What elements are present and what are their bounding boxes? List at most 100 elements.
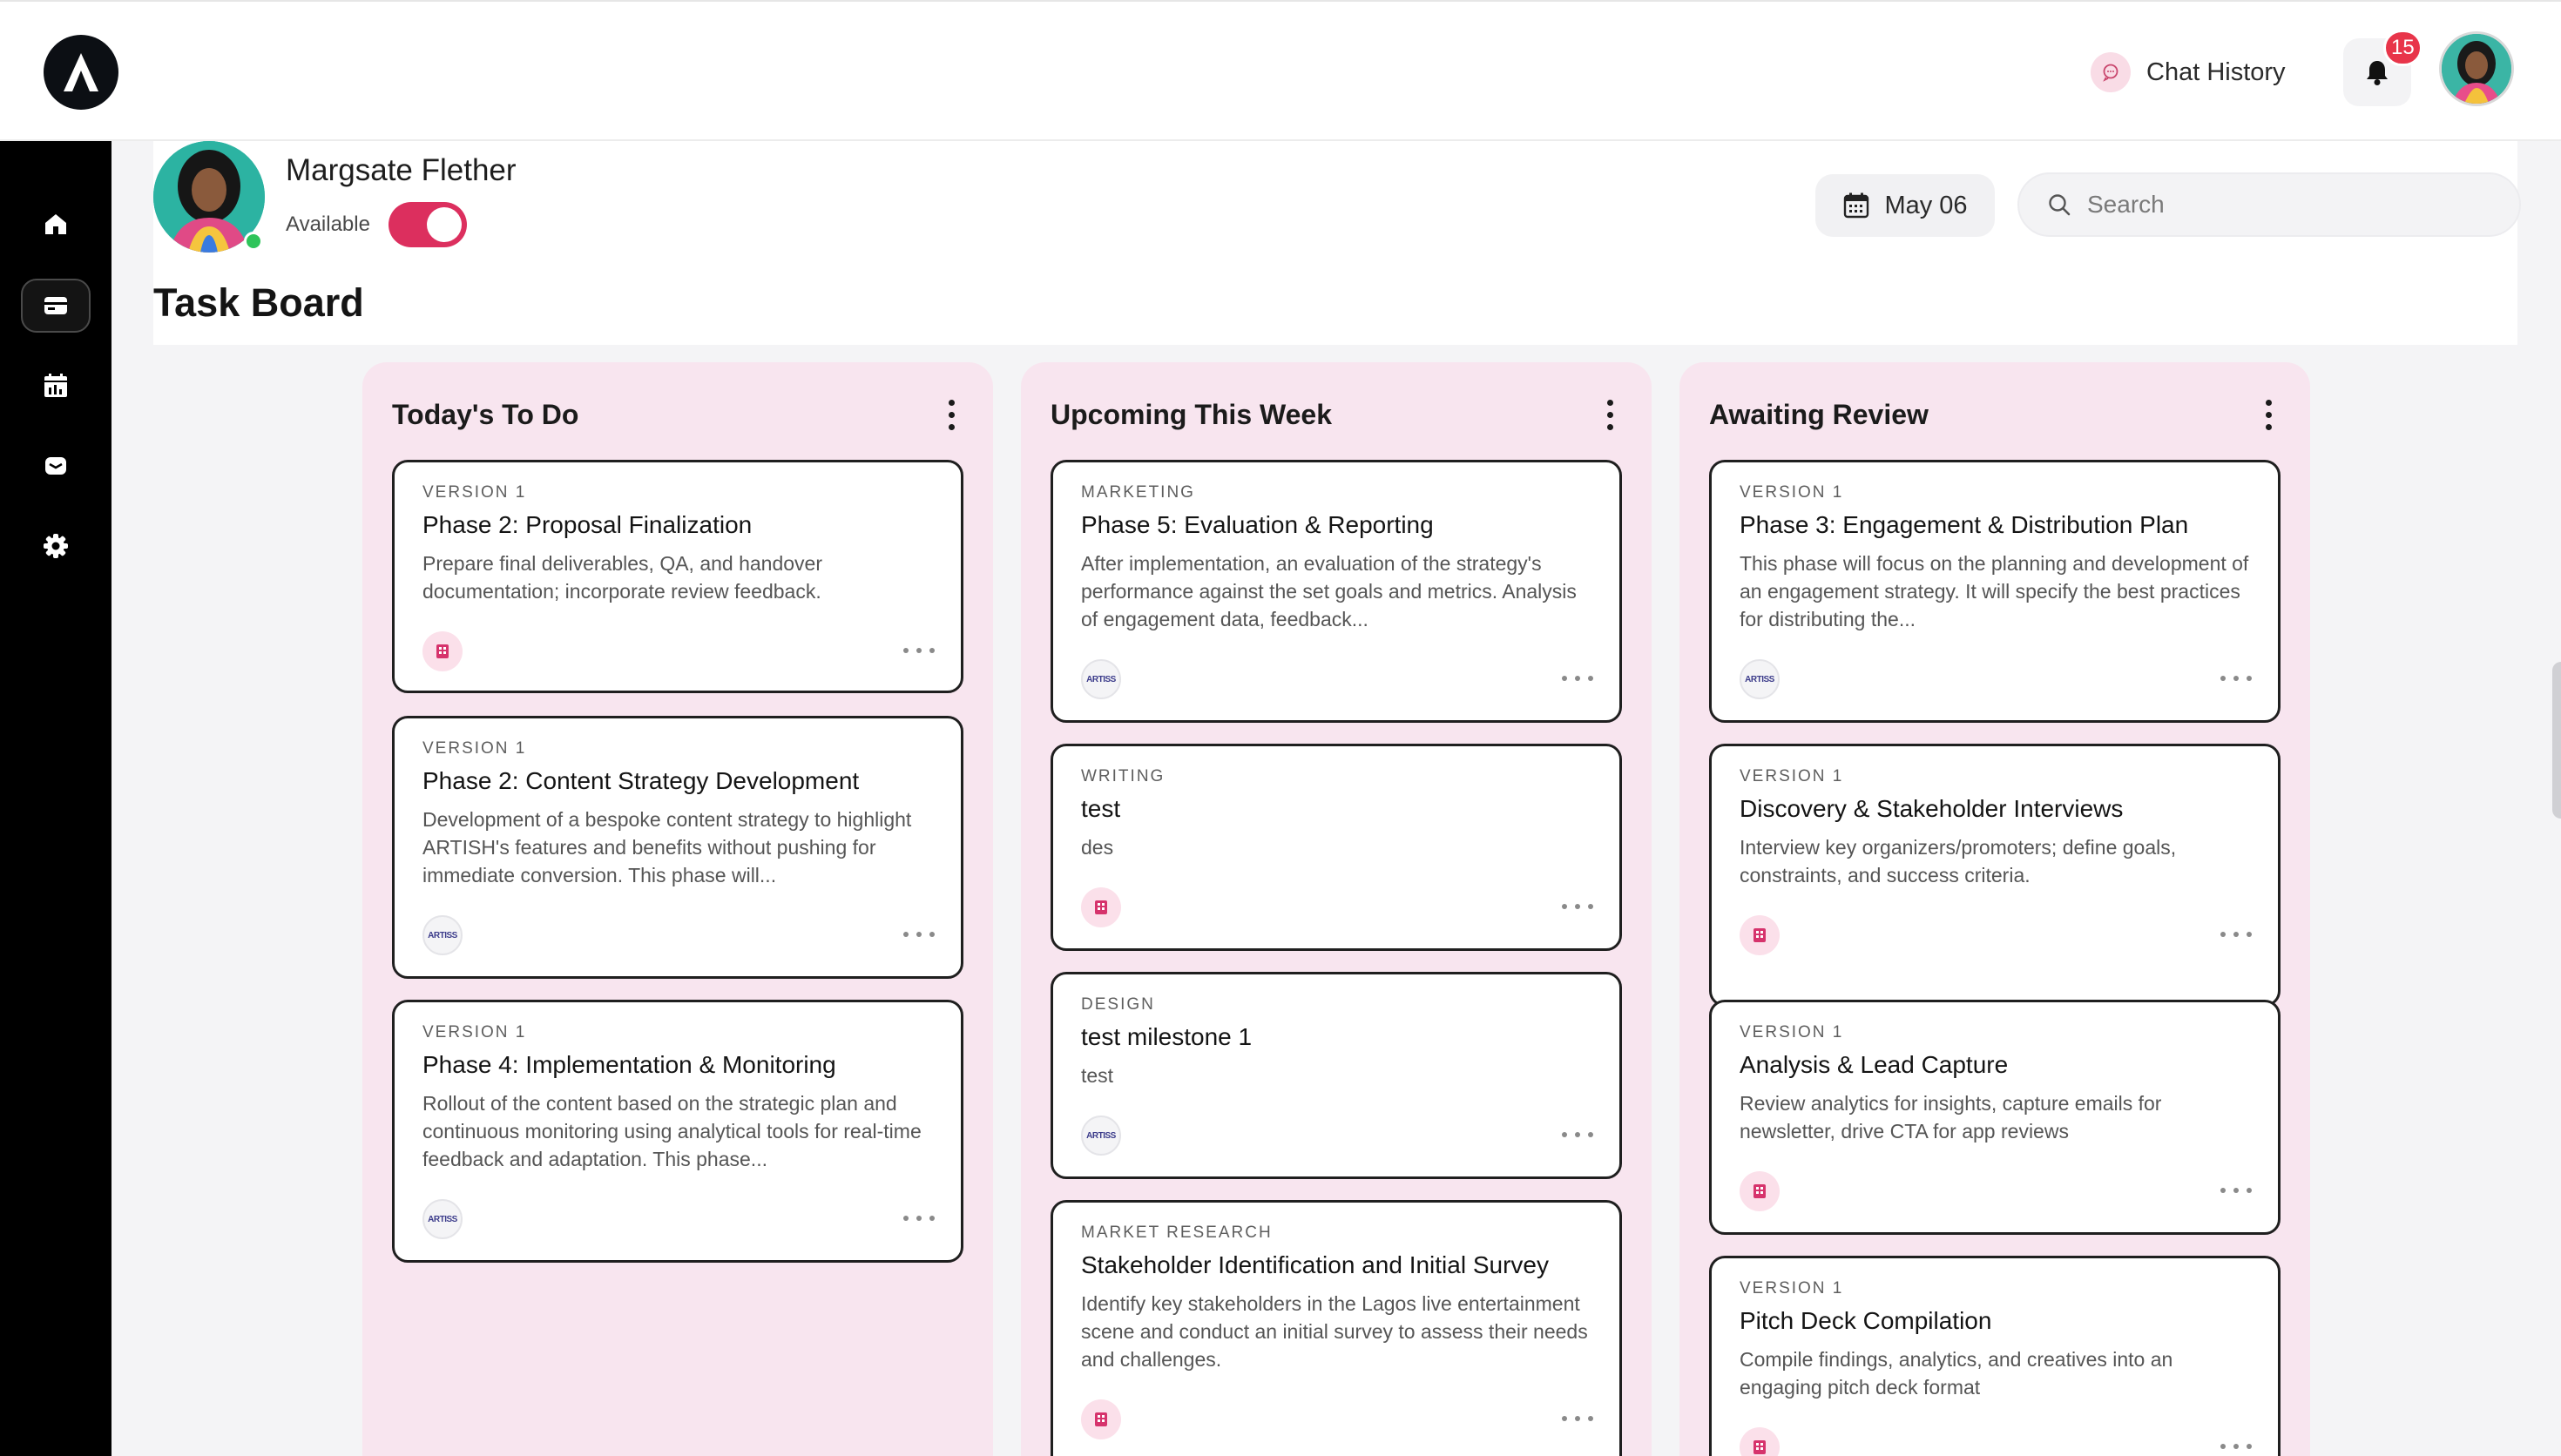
task-card[interactable]: DESIGN test milestone 1 test ARTISS bbox=[1051, 972, 1622, 1179]
task-card[interactable]: VERSION 1 Phase 3: Engagement & Distribu… bbox=[1709, 460, 2281, 723]
availability-label: Available bbox=[286, 212, 370, 236]
card-description: Rollout of the content based on the stra… bbox=[422, 1092, 922, 1170]
card-description: des bbox=[1081, 836, 1114, 859]
column-title: Upcoming This Week bbox=[1051, 398, 1333, 430]
project-icon bbox=[422, 631, 463, 671]
user-avatar[interactable] bbox=[2439, 31, 2514, 106]
client-logo-icon: ARTISS bbox=[1740, 659, 1780, 699]
task-card[interactable]: MARKET RESEARCH Stakeholder Identificati… bbox=[1051, 1200, 1622, 1456]
gear-icon bbox=[44, 534, 68, 558]
home-icon bbox=[45, 214, 66, 234]
task-card[interactable]: VERSION 1 Phase 4: Implementation & Moni… bbox=[392, 1000, 963, 1263]
column-header: Today's To Do bbox=[392, 394, 963, 435]
app-logo[interactable] bbox=[44, 35, 118, 110]
task-card[interactable]: VERSION 1 Phase 2: Proposal Finalization… bbox=[392, 460, 963, 693]
chat-history-button[interactable]: Chat History bbox=[2091, 52, 2286, 92]
card-category: VERSION 1 bbox=[1740, 1279, 1844, 1298]
column-menu-icon[interactable] bbox=[2256, 394, 2281, 435]
column-upcoming-this-week: Upcoming This Week MARKETING Phase 5: Ev… bbox=[1021, 362, 1652, 1456]
top-bar: Chat History 15 bbox=[0, 0, 2561, 141]
page-title-bar: Task Board bbox=[153, 260, 2517, 345]
card-description: test bbox=[1081, 1064, 1114, 1087]
task-card[interactable]: VERSION 1 Phase 2: Content Strategy Deve… bbox=[392, 716, 963, 979]
column-menu-icon[interactable] bbox=[1598, 394, 1622, 435]
task-card[interactable]: WRITING test des bbox=[1051, 744, 1622, 951]
card-description: Identify key stakeholders in the Lagos l… bbox=[1081, 1292, 1588, 1371]
card-more-icon[interactable] bbox=[903, 642, 935, 659]
task-card[interactable]: VERSION 1 Analysis & Lead Capture Review… bbox=[1709, 1000, 2281, 1235]
sidebar-item-task-board[interactable] bbox=[21, 279, 91, 333]
side-panel-handle[interactable] bbox=[2552, 662, 2561, 819]
card-more-icon[interactable] bbox=[2220, 1438, 2252, 1455]
card-more-icon[interactable] bbox=[2220, 926, 2252, 943]
sidebar-item-home[interactable] bbox=[21, 197, 91, 251]
chat-history-label: Chat History bbox=[2146, 57, 2286, 86]
client-logo-icon: ARTISS bbox=[422, 915, 463, 955]
card-category: MARKETING bbox=[1081, 483, 1195, 502]
profile-header: Margsate Flether Available May 06 bbox=[153, 141, 2521, 260]
chat-bubble-icon bbox=[2091, 52, 2131, 92]
project-icon bbox=[1740, 1427, 1780, 1456]
online-status-dot bbox=[244, 232, 263, 251]
card-category: VERSION 1 bbox=[422, 483, 527, 502]
column-title: Awaiting Review bbox=[1709, 398, 1929, 430]
column-awaiting-review: Awaiting Review VERSION 1 Phase 3: Engag… bbox=[1679, 362, 2310, 1456]
card-category: VERSION 1 bbox=[1740, 483, 1844, 502]
card-more-icon[interactable] bbox=[1562, 898, 1593, 915]
page-title: Task Board bbox=[153, 280, 364, 325]
search-icon bbox=[2049, 194, 2071, 216]
column-header: Upcoming This Week bbox=[1051, 394, 1622, 435]
date-picker-button[interactable]: May 06 bbox=[1815, 174, 1995, 237]
card-title: Phase 2: Proposal Finalization bbox=[422, 511, 753, 538]
card-description: Compile findings, analytics, and creativ… bbox=[1740, 1348, 2173, 1399]
card-more-icon[interactable] bbox=[2220, 670, 2252, 687]
card-category: VERSION 1 bbox=[422, 739, 527, 758]
task-board-icon bbox=[44, 297, 67, 314]
card-more-icon[interactable] bbox=[2220, 1182, 2252, 1199]
card-category: VERSION 1 bbox=[422, 1023, 527, 1041]
project-icon bbox=[1740, 1171, 1780, 1211]
column-menu-icon[interactable] bbox=[939, 394, 963, 435]
inbox-icon bbox=[45, 457, 66, 475]
task-card[interactable]: MARKETING Phase 5: Evaluation & Reportin… bbox=[1051, 460, 1622, 723]
card-title: Analysis & Lead Capture bbox=[1740, 1051, 2009, 1078]
card-category: VERSION 1 bbox=[1740, 767, 1844, 785]
card-description: Interview key organizers/promoters; defi… bbox=[1740, 836, 2177, 886]
card-title: Phase 5: Evaluation & Reporting bbox=[1081, 511, 1434, 538]
client-logo-icon: ARTISS bbox=[422, 1199, 463, 1239]
card-category: WRITING bbox=[1081, 767, 1166, 785]
sidebar-item-settings[interactable] bbox=[21, 519, 91, 573]
card-description: After implementation, an evaluation of t… bbox=[1081, 552, 1577, 630]
sidebar bbox=[0, 141, 111, 1456]
card-more-icon[interactable] bbox=[1562, 670, 1593, 687]
sidebar-item-inbox[interactable] bbox=[21, 439, 91, 493]
card-more-icon[interactable] bbox=[1562, 1410, 1593, 1427]
availability-toggle[interactable] bbox=[389, 202, 467, 247]
card-description: Development of a bespoke content strateg… bbox=[422, 808, 912, 886]
card-category: VERSION 1 bbox=[1740, 1023, 1844, 1041]
client-logo-icon: ARTISS bbox=[1081, 659, 1121, 699]
task-card[interactable]: VERSION 1 Discovery & Stakeholder Interv… bbox=[1709, 744, 2281, 1007]
search-input[interactable] bbox=[2087, 191, 2488, 219]
task-card[interactable]: VERSION 1 Pitch Deck Compilation Compile… bbox=[1709, 1256, 2281, 1456]
card-more-icon[interactable] bbox=[903, 1210, 935, 1227]
card-more-icon[interactable] bbox=[903, 926, 935, 943]
card-more-icon[interactable] bbox=[1562, 1126, 1593, 1143]
logo-a-icon bbox=[64, 53, 98, 91]
column-title: Today's To Do bbox=[392, 398, 579, 430]
project-icon bbox=[1740, 915, 1780, 955]
search-box bbox=[2017, 172, 2521, 237]
card-title: test milestone 1 bbox=[1081, 1023, 1253, 1050]
card-description: This phase will focus on the planning an… bbox=[1740, 552, 2249, 630]
column-todays-to-do: Today's To Do VERSION 1 Phase 2: Proposa… bbox=[362, 362, 993, 1456]
calendar-chart-icon bbox=[44, 374, 67, 397]
card-description: Review analytics for insights, capture e… bbox=[1740, 1092, 2162, 1143]
project-icon bbox=[1081, 1399, 1121, 1439]
date-label: May 06 bbox=[1884, 191, 1968, 219]
sidebar-item-calendar[interactable] bbox=[21, 359, 91, 413]
client-logo-icon: ARTISS bbox=[1081, 1116, 1121, 1156]
project-icon bbox=[1081, 887, 1121, 927]
toggle-knob bbox=[427, 207, 462, 242]
bell-icon bbox=[2367, 61, 2388, 85]
card-title: Discovery & Stakeholder Interviews bbox=[1740, 795, 2124, 822]
